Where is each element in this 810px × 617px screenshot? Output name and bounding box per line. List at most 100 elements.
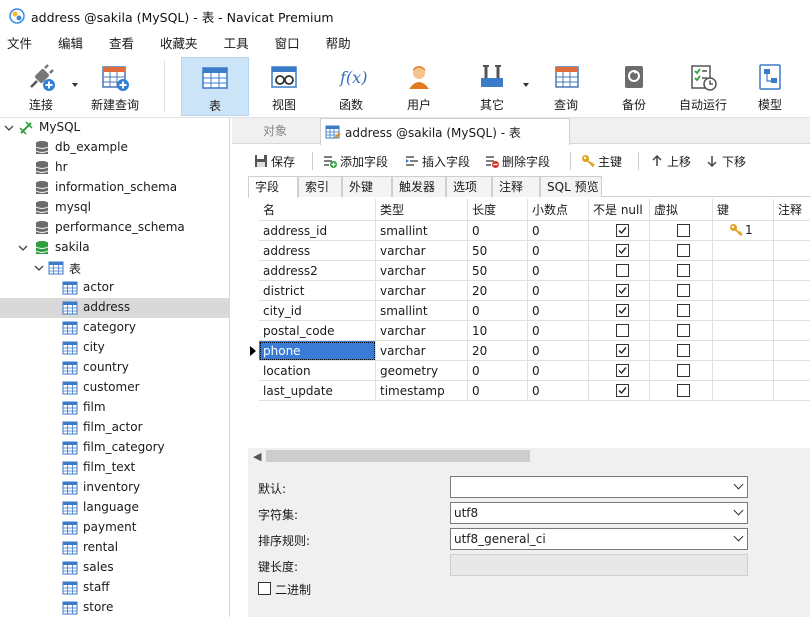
virtual-checkbox[interactable] (677, 244, 690, 257)
column-header-key[interactable]: 键 (713, 199, 774, 221)
not-null-checkbox[interactable] (616, 224, 629, 237)
tree-item-table[interactable]: film_actor (0, 418, 229, 438)
field-cell-comment[interactable] (774, 241, 810, 261)
tree-item-table[interactable]: film_text (0, 458, 229, 478)
add-field-button[interactable]: 添加字段 (323, 151, 388, 171)
other-button[interactable]: 其它 (462, 57, 522, 116)
tab-options[interactable]: 选项 (446, 176, 492, 197)
tree-item-table[interactable]: payment (0, 518, 229, 538)
tree-item-table[interactable]: store (0, 598, 229, 617)
field-cell-name[interactable]: address_id (259, 221, 376, 241)
field-cell-type[interactable]: timestamp (376, 381, 468, 401)
field-cell-comment[interactable] (774, 281, 810, 301)
field-cell-decimals[interactable]: 0 (528, 361, 589, 381)
move-down-button[interactable]: 下移 (705, 151, 746, 171)
menu-help[interactable]: 帮助 (318, 32, 359, 56)
move-up-button[interactable]: 上移 (650, 151, 691, 171)
tab-indexes[interactable]: 索引 (298, 176, 342, 197)
automation-button[interactable]: 自动运行 (674, 57, 732, 116)
virtual-checkbox[interactable] (677, 224, 690, 237)
tree-item-database[interactable]: db_example (0, 138, 229, 158)
field-cell-type[interactable]: varchar (376, 281, 468, 301)
tab-comment[interactable]: 注释 (492, 176, 540, 197)
column-header-not-null[interactable]: 不是 null (589, 199, 650, 221)
field-cell-decimals[interactable]: 0 (528, 321, 589, 341)
field-cell-comment[interactable] (774, 321, 810, 341)
field-cell-length[interactable]: 20 (468, 341, 528, 361)
tree-item-table[interactable]: actor (0, 278, 229, 298)
tree-item-database[interactable]: performance_schema (0, 218, 229, 238)
field-cell-comment[interactable] (774, 301, 810, 321)
virtual-checkbox[interactable] (677, 304, 690, 317)
user-button[interactable]: 用户 (390, 57, 448, 116)
tree-item-tables-folder[interactable]: 表 (0, 258, 229, 278)
field-cell-name[interactable]: location (259, 361, 376, 381)
virtual-checkbox[interactable] (677, 364, 690, 377)
not-null-checkbox[interactable] (616, 384, 629, 397)
field-cell-name[interactable]: district (259, 281, 376, 301)
expand-arrow-down-icon[interactable] (34, 263, 44, 273)
tab-triggers[interactable]: 触发器 (392, 176, 446, 197)
field-cell-decimals[interactable]: 0 (528, 301, 589, 321)
field-cell-key[interactable] (713, 341, 774, 361)
field-cell-length[interactable]: 20 (468, 281, 528, 301)
backup-button[interactable]: 备份 (606, 57, 662, 116)
field-cell-type[interactable]: varchar (376, 241, 468, 261)
collation-dropdown[interactable]: utf8_general_ci (450, 528, 748, 550)
scroll-left-arrow-icon[interactable]: ◀ (253, 450, 261, 463)
not-null-checkbox[interactable] (616, 324, 629, 337)
model-button[interactable]: 模型 (744, 57, 796, 116)
field-cell-length[interactable]: 0 (468, 221, 528, 241)
field-cell-decimals[interactable]: 0 (528, 381, 589, 401)
field-cell-key[interactable] (713, 281, 774, 301)
tree-item-table[interactable]: address (0, 298, 229, 318)
field-cell-name[interactable]: city_id (259, 301, 376, 321)
field-cell-length[interactable]: 50 (468, 261, 528, 281)
tree-item-table[interactable]: film_category (0, 438, 229, 458)
field-cell-key[interactable] (713, 381, 774, 401)
field-cell-length[interactable]: 0 (468, 361, 528, 381)
field-cell-key[interactable] (713, 321, 774, 341)
virtual-checkbox[interactable] (677, 384, 690, 397)
field-cell-comment[interactable] (774, 261, 810, 281)
expand-arrow-down-icon[interactable] (18, 243, 28, 253)
default-dropdown[interactable] (450, 476, 748, 498)
field-cell-key[interactable] (713, 241, 774, 261)
tab-foreign-keys[interactable]: 外键 (342, 176, 392, 197)
field-cell-key[interactable] (713, 261, 774, 281)
field-cell-type[interactable]: smallint (376, 221, 468, 241)
tree-item-table[interactable]: city (0, 338, 229, 358)
not-null-checkbox[interactable] (616, 304, 629, 317)
expand-arrow-down-icon[interactable] (4, 123, 14, 133)
tab-fields[interactable]: 字段 (248, 176, 298, 198)
menu-view[interactable]: 查看 (101, 32, 142, 56)
virtual-checkbox[interactable] (677, 284, 690, 297)
new-query-button[interactable]: 新建查询 (84, 57, 146, 116)
menu-tools[interactable]: 工具 (216, 32, 257, 56)
tree-item-table[interactable]: rental (0, 538, 229, 558)
view-button[interactable]: 视图 (254, 57, 314, 116)
field-cell-decimals[interactable]: 0 (528, 281, 589, 301)
field-cell-length[interactable]: 0 (468, 301, 528, 321)
field-cell-decimals[interactable]: 0 (528, 221, 589, 241)
field-cell-length[interactable]: 10 (468, 321, 528, 341)
tree-item-database[interactable]: information_schema (0, 178, 229, 198)
field-cell-decimals[interactable]: 0 (528, 261, 589, 281)
field-cell-type[interactable]: varchar (376, 261, 468, 281)
field-cell-comment[interactable] (774, 381, 810, 401)
horizontal-scrollbar[interactable]: ◀ (248, 448, 810, 464)
field-cell-key[interactable] (713, 301, 774, 321)
field-cell-name[interactable]: postal_code (259, 321, 376, 341)
virtual-checkbox[interactable] (677, 264, 690, 277)
field-cell-decimals[interactable]: 0 (528, 241, 589, 261)
not-null-checkbox[interactable] (616, 244, 629, 257)
query-button[interactable]: 查询 (538, 57, 594, 116)
tree-item-table[interactable]: film (0, 398, 229, 418)
insert-field-button[interactable]: 插入字段 (405, 151, 470, 171)
field-cell-decimals[interactable]: 0 (528, 341, 589, 361)
tree-item-database[interactable]: hr (0, 158, 229, 178)
field-cell-name[interactable]: address2 (259, 261, 376, 281)
field-cell-comment[interactable] (774, 341, 810, 361)
column-header-name[interactable]: 名 (259, 199, 376, 221)
tab-sql-preview[interactable]: SQL 预览 (540, 176, 602, 197)
